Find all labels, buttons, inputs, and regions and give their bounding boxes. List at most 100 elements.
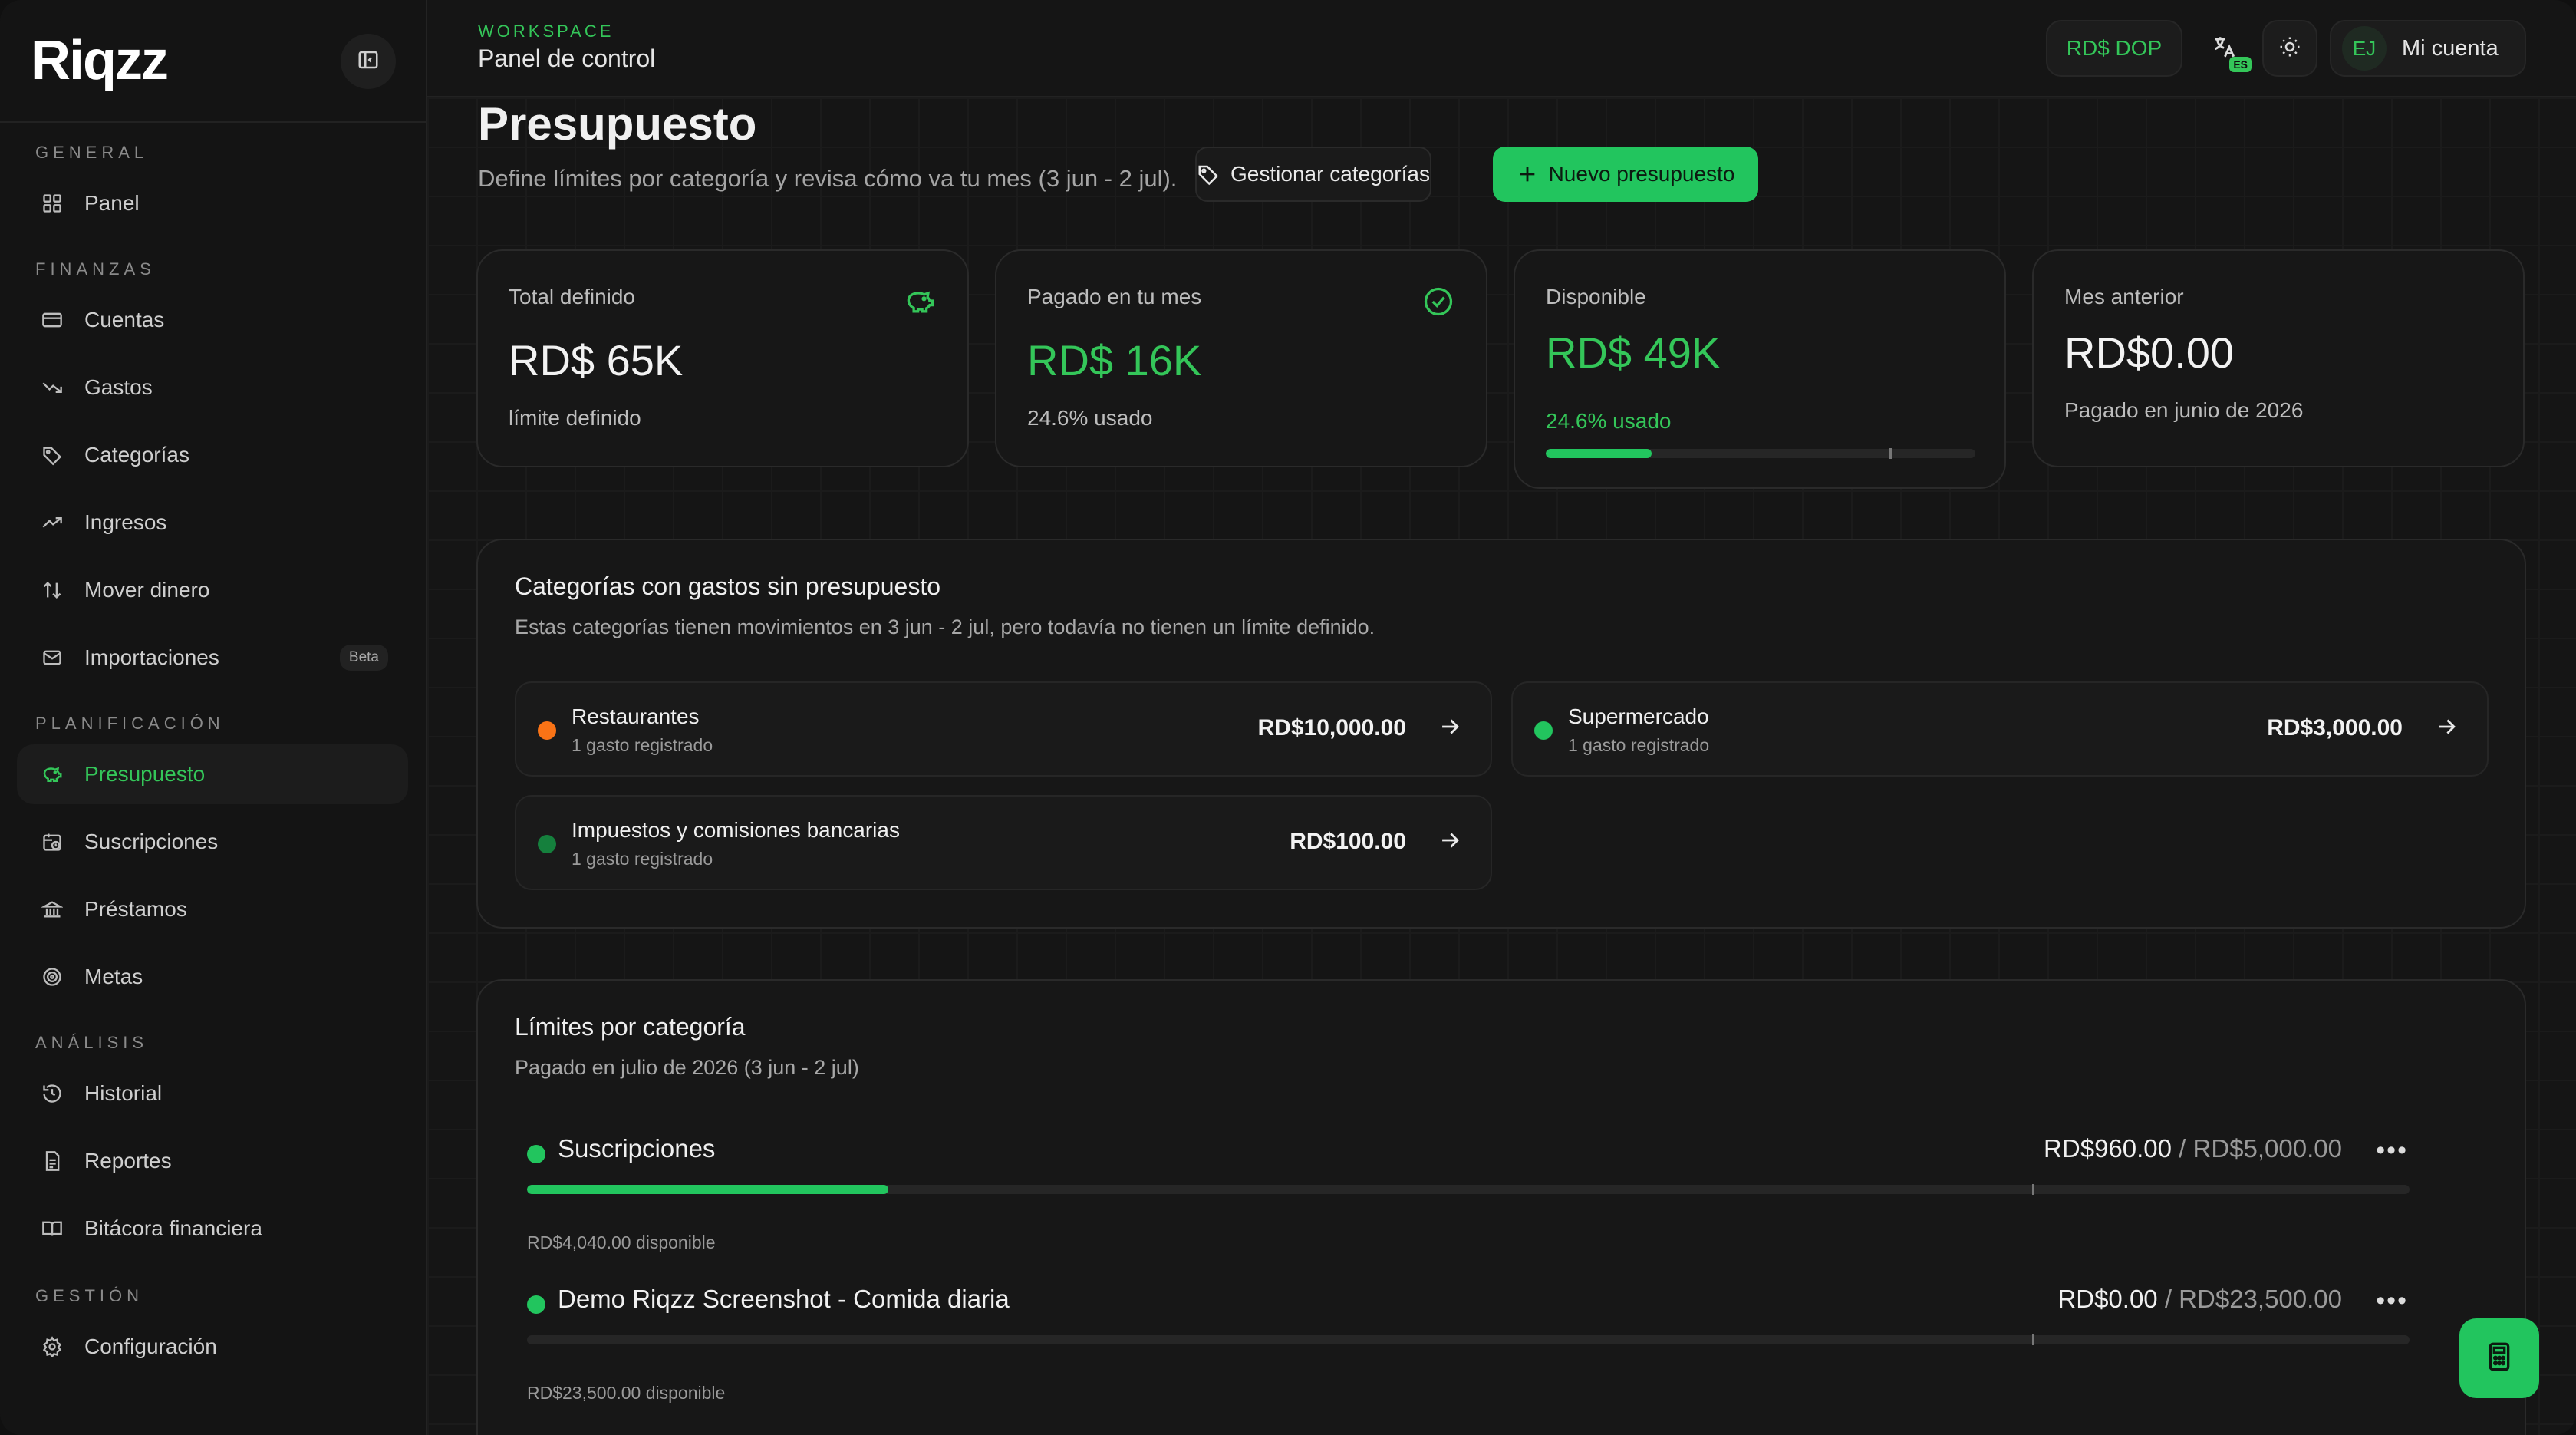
- category-color-dot: [538, 721, 556, 740]
- history-icon: [37, 1083, 68, 1104]
- sidebar-item-label: Gastos: [84, 375, 153, 399]
- category-color-dot: [538, 835, 556, 853]
- section-title: Límites por categoría: [515, 1013, 746, 1041]
- category-amount: RD$3,000.00: [2267, 715, 2403, 741]
- limit-category-name: Demo Riqzz Screenshot - Comida diaria: [558, 1285, 1010, 1313]
- account-menu-button[interactable]: EJ Mi cuenta: [2330, 20, 2526, 77]
- progress-marker: [2032, 1334, 2034, 1345]
- card-icon: [37, 309, 68, 331]
- tag-icon: [37, 444, 68, 466]
- sidebar-item-ingresos[interactable]: Ingresos: [17, 493, 408, 553]
- sidebar-item-cuentas[interactable]: Cuentas: [17, 290, 408, 350]
- gear-icon: [37, 1336, 68, 1357]
- workspace-label: WORKSPACE: [478, 21, 614, 41]
- sidebar-item-historial[interactable]: Historial: [17, 1064, 408, 1123]
- check-circle-icon: [1421, 285, 1455, 322]
- sidebar-item-bitacora[interactable]: Bitácora financiera: [17, 1199, 408, 1259]
- unbudgeted-category-item[interactable]: Restaurantes 1 gasto registrado RD$10,00…: [515, 681, 1492, 777]
- sidebar-item-label: Bitácora financiera: [84, 1216, 262, 1240]
- section-label-analisis: ANÁLISIS: [35, 1033, 149, 1052]
- avatar: EJ: [2342, 26, 2387, 71]
- stat-sub: 24.6% usado: [1546, 409, 1672, 433]
- available-progress-bar: [1546, 449, 1975, 458]
- stat-title: Pagado en tu mes: [1027, 285, 1202, 308]
- currency-selector[interactable]: RD$ DOP: [2046, 20, 2182, 77]
- sidebar-item-reportes[interactable]: Reportes: [17, 1131, 408, 1191]
- sidebar-item-mover-dinero[interactable]: Mover dinero: [17, 560, 408, 620]
- stat-value: RD$ 16K: [1027, 336, 1202, 384]
- trend-down-icon: [37, 377, 68, 398]
- dashboard-icon: [37, 193, 68, 214]
- sidebar-item-categorias[interactable]: Categorías: [17, 425, 408, 485]
- limit-amount: RD$0.00 / RD$23,500.00: [2057, 1285, 2342, 1314]
- section-title: Categorías con gastos sin presupuesto: [515, 572, 940, 600]
- sidebar-item-configuracion[interactable]: Configuración: [17, 1317, 408, 1377]
- arrow-right-icon: [1437, 714, 1463, 744]
- category-limits-card: Límites por categoría Pagado en julio de…: [476, 979, 2526, 1435]
- category-count: 1 gasto registrado: [572, 735, 713, 755]
- limit-amount: RD$960.00 / RD$5,000.00: [2044, 1134, 2342, 1163]
- sidebar-item-label: Cuentas: [84, 308, 165, 332]
- sidebar-item-presupuesto[interactable]: Presupuesto: [17, 744, 408, 804]
- stat-value: RD$0.00: [2064, 328, 2235, 377]
- tag-icon: [1197, 163, 1220, 186]
- sidebar-item-label: Presupuesto: [84, 762, 206, 786]
- book-icon: [37, 1218, 68, 1239]
- category-name: Impuestos y comisiones bancarias: [572, 818, 900, 842]
- new-budget-button[interactable]: Nuevo presupuesto: [1493, 147, 1758, 202]
- limit-separator: /: [2179, 1134, 2186, 1163]
- sidebar-item-label: Metas: [84, 965, 143, 988]
- sidebar-item-label: Panel: [84, 191, 140, 215]
- category-amount: RD$100.00: [1290, 829, 1406, 854]
- category-count: 1 gasto registrado: [1568, 735, 1710, 755]
- sidebar-item-label: Importaciones: [84, 645, 219, 669]
- calendar-clock-icon: [37, 831, 68, 853]
- piggy-bank-icon: [37, 763, 68, 786]
- sidebar-item-label: Configuración: [84, 1334, 217, 1358]
- app-window: Riqzz GENERAL Panel FINANZAS Cuentas Gas…: [0, 0, 2576, 1435]
- stat-title: Mes anterior: [2064, 285, 2184, 308]
- category-name: Restaurantes: [572, 704, 700, 728]
- theme-toggle-button[interactable]: [2262, 20, 2317, 77]
- unbudgeted-category-item[interactable]: Supermercado 1 gasto registrado RD$3,000…: [1511, 681, 2489, 777]
- sidebar-toggle-button[interactable]: [341, 34, 396, 89]
- unbudgeted-category-item[interactable]: Impuestos y comisiones bancarias 1 gasto…: [515, 795, 1492, 890]
- sun-icon: [2278, 35, 2301, 62]
- manage-categories-label: Gestionar categorías: [1230, 162, 1430, 186]
- report-icon: [37, 1150, 68, 1172]
- sidebar-item-metas[interactable]: Metas: [17, 947, 408, 1007]
- limit-progress-fill: [527, 1185, 889, 1194]
- language-button[interactable]: ES: [2199, 20, 2252, 77]
- category-color-dot: [527, 1295, 545, 1314]
- stat-card-total: Total definido RD$ 65K límite definido: [476, 249, 969, 467]
- category-name: Supermercado: [1568, 704, 1709, 728]
- sidebar-item-prestamos[interactable]: Préstamos: [17, 879, 408, 939]
- trend-up-icon: [37, 512, 68, 533]
- more-options-button[interactable]: •••: [2376, 1136, 2408, 1166]
- sidebar-item-importaciones[interactable]: Importaciones Beta: [17, 628, 408, 688]
- limit-available: RD$23,500.00 disponible: [527, 1383, 726, 1403]
- progress-marker: [1889, 448, 1892, 459]
- piggy-bank-icon: [903, 285, 937, 322]
- stat-title: Total definido: [509, 285, 636, 308]
- category-count: 1 gasto registrado: [572, 849, 713, 869]
- sidebar-item-label: Reportes: [84, 1149, 172, 1173]
- stat-card-paid: Pagado en tu mes RD$ 16K 24.6% usado: [995, 249, 1487, 467]
- stat-sub: Pagado en junio de 2026: [2064, 398, 2304, 422]
- manage-categories-button[interactable]: Gestionar categorías: [1195, 147, 1431, 202]
- limit-progress-bar: [527, 1185, 2410, 1194]
- section-subtitle: Pagado en julio de 2026 (3 jun - 2 jul): [515, 1056, 859, 1079]
- sidebar: Riqzz GENERAL Panel FINANZAS Cuentas Gas…: [0, 0, 427, 1435]
- section-label-planificacion: PLANIFICACIÓN: [35, 714, 225, 733]
- limit-category-name: Suscripciones: [558, 1134, 716, 1163]
- stat-sub: 24.6% usado: [1027, 406, 1153, 430]
- sidebar-toggle-icon: [357, 48, 380, 75]
- top-bar: WORKSPACE Panel de control RD$ DOP ES EJ…: [427, 0, 2576, 97]
- section-label-general: GENERAL: [35, 143, 149, 162]
- sidebar-item-gastos[interactable]: Gastos: [17, 358, 408, 417]
- sidebar-item-panel[interactable]: Panel: [17, 173, 408, 233]
- stat-card-available: Disponible RD$ 49K 24.6% usado: [1514, 249, 2006, 489]
- calculator-fab-button[interactable]: [2459, 1318, 2539, 1398]
- sidebar-item-suscripciones[interactable]: Suscripciones: [17, 812, 408, 872]
- more-options-button[interactable]: •••: [2376, 1286, 2408, 1316]
